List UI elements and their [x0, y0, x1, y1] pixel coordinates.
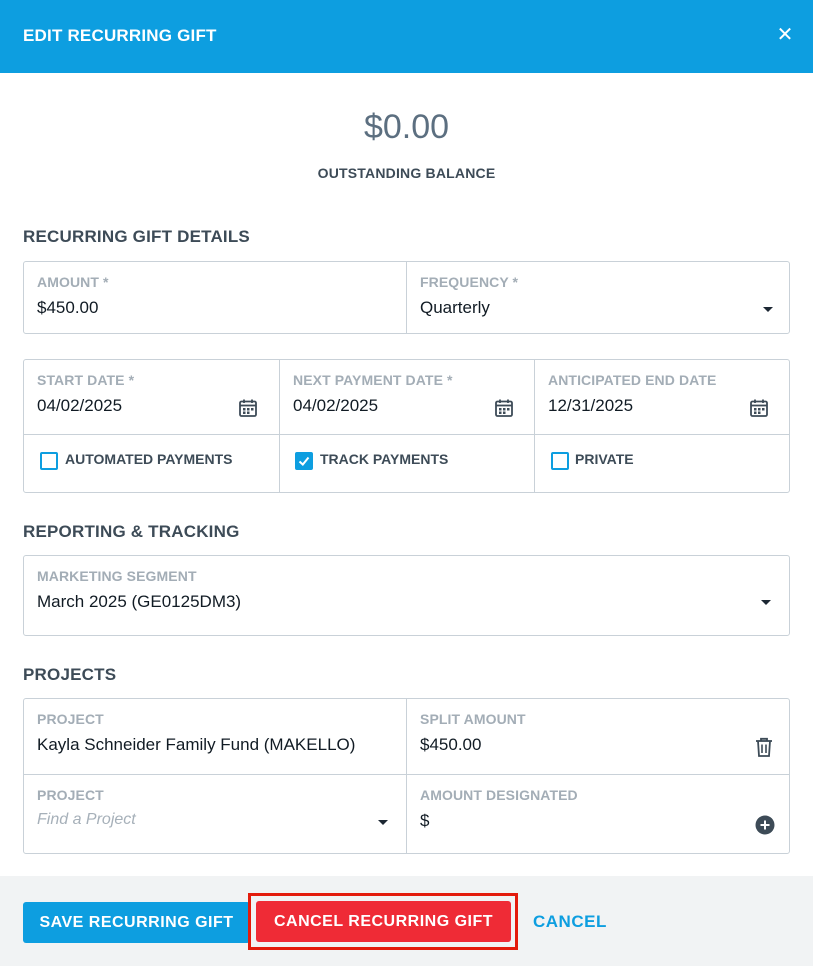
anticipated-end-date-field[interactable]: ANTICIPATED END DATE 12/31/2025 — [535, 360, 789, 434]
calendar-icon[interactable] — [749, 398, 769, 418]
project-placeholder: Find a Project — [37, 811, 136, 828]
amount-field[interactable]: AMOUNT * $450.00 — [24, 262, 407, 333]
amount-designated-field[interactable]: AMOUNT DESIGNATED $ — [407, 775, 789, 853]
anticipated-end-date-label: ANTICIPATED END DATE — [548, 372, 717, 388]
automated-payments-checkbox[interactable] — [40, 452, 58, 470]
marketing-segment-value: March 2025 (GE0125DM3) — [37, 592, 242, 611]
next-payment-date-field[interactable]: NEXT PAYMENT DATE * 04/02/2025 — [280, 360, 534, 434]
save-recurring-gift-button[interactable]: SAVE RECURRING GIFT — [23, 902, 250, 943]
next-payment-date-value: 04/02/2025 — [293, 396, 379, 415]
anticipated-end-date-value: 12/31/2025 — [548, 396, 634, 415]
private-label: PRIVATE — [575, 451, 634, 467]
calendar-icon[interactable] — [494, 398, 514, 418]
frequency-label: FREQUENCY * — [420, 274, 519, 290]
close-icon[interactable]: ✕ — [775, 24, 795, 46]
outstanding-balance-label: OUTSTANDING BALANCE — [317, 165, 496, 181]
frequency-select[interactable]: FREQUENCY * Quarterly — [407, 262, 789, 333]
section-title-projects: PROJECTS — [23, 665, 117, 684]
private-checkbox[interactable] — [551, 452, 569, 470]
automated-payments-label: AUTOMATED PAYMENTS — [65, 451, 233, 467]
chevron-down-icon — [763, 307, 773, 312]
projects-table: PROJECT Kayla Schneider Family Fund (MAK… — [23, 698, 790, 854]
dates-group: START DATE * 04/02/2025 NEXT PAYMENT DAT… — [23, 359, 790, 493]
project-search-select[interactable]: PROJECT Find a Project — [24, 775, 406, 853]
chevron-down-icon — [378, 820, 388, 825]
modal-header: EDIT RECURRING GIFT ✕ — [0, 0, 813, 73]
amount-label: AMOUNT * — [37, 274, 109, 290]
start-date-value: 04/02/2025 — [37, 396, 123, 415]
amount-designated-label: AMOUNT DESIGNATED — [420, 787, 578, 803]
frequency-value: Quarterly — [420, 298, 490, 317]
cancel-recurring-gift-button[interactable]: CANCEL RECURRING GIFT — [256, 901, 511, 942]
start-date-field[interactable]: START DATE * 04/02/2025 — [24, 360, 279, 434]
next-payment-date-label: NEXT PAYMENT DATE * — [293, 372, 453, 388]
chevron-down-icon — [761, 600, 771, 605]
project-label: PROJECT — [37, 711, 104, 727]
trash-icon[interactable] — [755, 737, 773, 757]
split-amount-value: $450.00 — [420, 735, 482, 754]
modal-title: EDIT RECURRING GIFT — [23, 26, 217, 45]
amount-frequency-group: AMOUNT * $450.00 FREQUENCY * Quarterly — [23, 261, 790, 334]
add-circle-icon[interactable] — [755, 815, 775, 835]
marketing-segment-label: MARKETING SEGMENT — [37, 568, 197, 584]
cancel-button[interactable]: CANCEL — [533, 912, 607, 932]
amount-designated-value: $ — [420, 811, 430, 830]
outstanding-balance-amount: $0.00 — [363, 108, 450, 146]
project-field[interactable]: PROJECT Kayla Schneider Family Fund (MAK… — [24, 699, 406, 774]
track-payments-label: TRACK PAYMENTS — [320, 451, 449, 467]
section-title-reporting: REPORTING & TRACKING — [23, 522, 240, 541]
section-title-details: RECURRING GIFT DETAILS — [23, 227, 250, 246]
checkmark-icon — [298, 456, 310, 466]
project-label: PROJECT — [37, 787, 104, 803]
split-amount-field[interactable]: SPLIT AMOUNT $450.00 — [407, 699, 789, 774]
split-amount-label: SPLIT AMOUNT — [420, 711, 526, 727]
project-value: Kayla Schneider Family Fund (MAKELLO) — [37, 735, 356, 754]
calendar-icon[interactable] — [238, 398, 258, 418]
marketing-segment-select[interactable]: MARKETING SEGMENT March 2025 (GE0125DM3) — [23, 555, 790, 636]
start-date-label: START DATE * — [37, 372, 135, 388]
amount-value: $450.00 — [37, 298, 99, 317]
track-payments-checkbox[interactable] — [295, 452, 313, 470]
